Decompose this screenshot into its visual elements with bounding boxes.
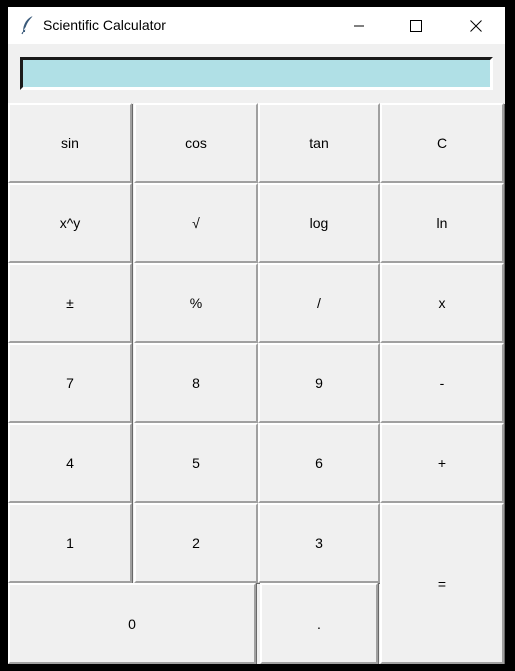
digit-9-button[interactable]: 9 [258,343,380,423]
digit-7-button[interactable]: 7 [8,343,132,423]
title-bar: Scientific Calculator [8,7,505,44]
percent-button[interactable]: % [134,263,258,343]
digit-1-button[interactable]: 1 [8,503,132,583]
minimize-icon [353,20,365,32]
cos-button[interactable]: cos [134,103,258,183]
plus-button[interactable]: + [380,423,504,503]
calculator-window: Scientific Calculator sin cos tan C x^y … [8,7,505,664]
display-frame [20,57,493,90]
minus-button[interactable]: - [380,343,504,423]
digit-4-button[interactable]: 4 [8,423,132,503]
digit-8-button[interactable]: 8 [134,343,258,423]
negate-button[interactable]: ± [8,263,132,343]
sqrt-button[interactable]: √ [134,183,258,263]
feather-icon [20,15,36,35]
tan-button[interactable]: tan [258,103,380,183]
digit-5-button[interactable]: 5 [134,423,258,503]
log-button[interactable]: log [258,183,380,263]
ln-button[interactable]: ln [380,183,504,263]
close-icon [470,19,482,32]
digit-2-button[interactable]: 2 [134,503,258,583]
maximize-button[interactable] [393,7,439,44]
close-button[interactable] [453,7,499,44]
digit-0-button[interactable]: 0 [8,583,256,664]
equals-button[interactable]: = [380,503,504,664]
digit-6-button[interactable]: 6 [258,423,380,503]
divide-button[interactable]: / [258,263,380,343]
minimize-button[interactable] [336,7,382,44]
multiply-button[interactable]: x [380,263,504,343]
maximize-icon [410,19,422,32]
display-input[interactable] [23,60,490,87]
decimal-button[interactable]: . [260,583,378,664]
clear-button[interactable]: C [380,103,504,183]
sin-button[interactable]: sin [8,103,132,183]
digit-3-button[interactable]: 3 [258,503,380,583]
power-button[interactable]: x^y [8,183,132,263]
window-title: Scientific Calculator [43,17,166,33]
